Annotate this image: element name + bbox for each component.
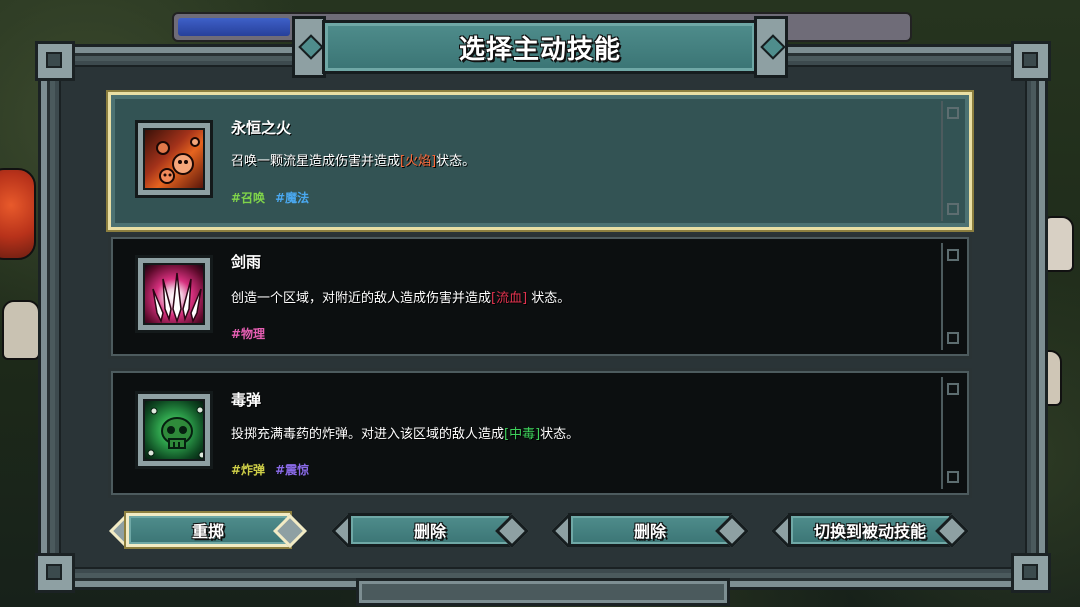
skill-icon-frame bbox=[135, 391, 213, 469]
skill-card-sword-rain[interactable]: 剑雨 创造一个区域，对附近的敌人造成伤害并造成[流血] 状态。 #物理 bbox=[108, 234, 972, 359]
card-edge-decoration bbox=[941, 101, 961, 221]
banner-cap-left bbox=[292, 16, 326, 78]
tag-physical: #物理 bbox=[231, 327, 266, 341]
experience-bar-fill bbox=[178, 18, 290, 36]
skill-description: 召唤一颗流星造成伤害并造成[火焰]状态。 bbox=[231, 150, 475, 169]
skill-tags: #物理 bbox=[231, 325, 275, 342]
frame-corner-bottom-right bbox=[1011, 553, 1051, 593]
knight-sprite-left bbox=[2, 300, 40, 360]
switch-to-passive-button[interactable]: 切换到被动技能 bbox=[770, 511, 970, 549]
page-title: 选择主动技能 bbox=[458, 34, 621, 65]
tag-shock: #震惊 bbox=[275, 463, 310, 477]
status-keyword-fire: [火焰] bbox=[400, 154, 437, 169]
sword-rain-icon bbox=[143, 263, 205, 325]
delete-button-2[interactable]: 删除 bbox=[550, 511, 750, 549]
description-text-end: 状态。 bbox=[436, 154, 476, 169]
banner-plate: 选择主动技能 bbox=[322, 20, 758, 74]
skill-card-eternal-fire[interactable]: 永恒之火 召唤一颗流星造成伤害并造成[火焰]状态。 #召唤 #魔法 bbox=[108, 92, 972, 230]
frame-corner-top-right bbox=[1011, 41, 1051, 81]
skill-name: 毒弹 bbox=[231, 391, 262, 409]
delete-button-1-label: 删除 bbox=[413, 522, 446, 541]
skill-icon-frame bbox=[135, 255, 213, 333]
title-banner: 选择主动技能 bbox=[292, 16, 788, 78]
red-monster-sprite bbox=[0, 168, 36, 260]
tag-magic: #魔法 bbox=[275, 191, 310, 205]
description-text-end: 状态。 bbox=[540, 427, 580, 442]
description-text: 投掷充满毒药的炸弹。对进入该区域的敌人造成 bbox=[231, 427, 505, 442]
frame-bottom-tab bbox=[356, 578, 730, 606]
banner-cap-right bbox=[754, 16, 788, 78]
skill-tags: #召唤 #魔法 bbox=[231, 189, 319, 206]
skill-name: 剑雨 bbox=[231, 253, 262, 271]
skill-card-poison-bomb[interactable]: 毒弹 投掷充满毒药的炸弹。对进入该区域的敌人造成[中毒]状态。 #炸弹 #震惊 bbox=[108, 368, 972, 498]
skill-icon-frame bbox=[135, 120, 213, 198]
poison-skull-icon bbox=[143, 399, 205, 461]
status-keyword-bleed: [流血] bbox=[491, 291, 528, 306]
description-text: 召唤一颗流星造成伤害并造成 bbox=[231, 154, 401, 169]
flaming-meteor-icon bbox=[143, 128, 205, 190]
frame-corner-bottom-left bbox=[35, 553, 75, 593]
status-keyword-poison: [中毒] bbox=[504, 427, 541, 442]
reroll-button-label: 重掷 bbox=[191, 522, 224, 541]
card-edge-decoration bbox=[941, 243, 961, 350]
skill-name: 永恒之火 bbox=[231, 119, 292, 137]
description-text: 创造一个区域，对附近的敌人造成伤害并造成 bbox=[231, 291, 492, 306]
switch-to-passive-button-label: 切换到被动技能 bbox=[813, 522, 926, 541]
delete-button-2-label: 删除 bbox=[633, 522, 666, 541]
description-text-end: 状态。 bbox=[527, 291, 571, 306]
reroll-button[interactable]: 重掷 bbox=[108, 511, 308, 549]
tag-summon: #召唤 bbox=[231, 191, 266, 205]
skill-description: 投掷充满毒药的炸弹。对进入该区域的敌人造成[中毒]状态。 bbox=[231, 423, 579, 442]
tag-bomb: #炸弹 bbox=[231, 463, 266, 477]
frame-corner-top-left bbox=[35, 41, 75, 81]
card-edge-decoration bbox=[941, 377, 961, 489]
skill-description: 创造一个区域，对附近的敌人造成伤害并造成[流血] 状态。 bbox=[231, 287, 570, 306]
delete-button-1[interactable]: 删除 bbox=[330, 511, 530, 549]
skill-tags: #炸弹 #震惊 bbox=[231, 461, 319, 478]
